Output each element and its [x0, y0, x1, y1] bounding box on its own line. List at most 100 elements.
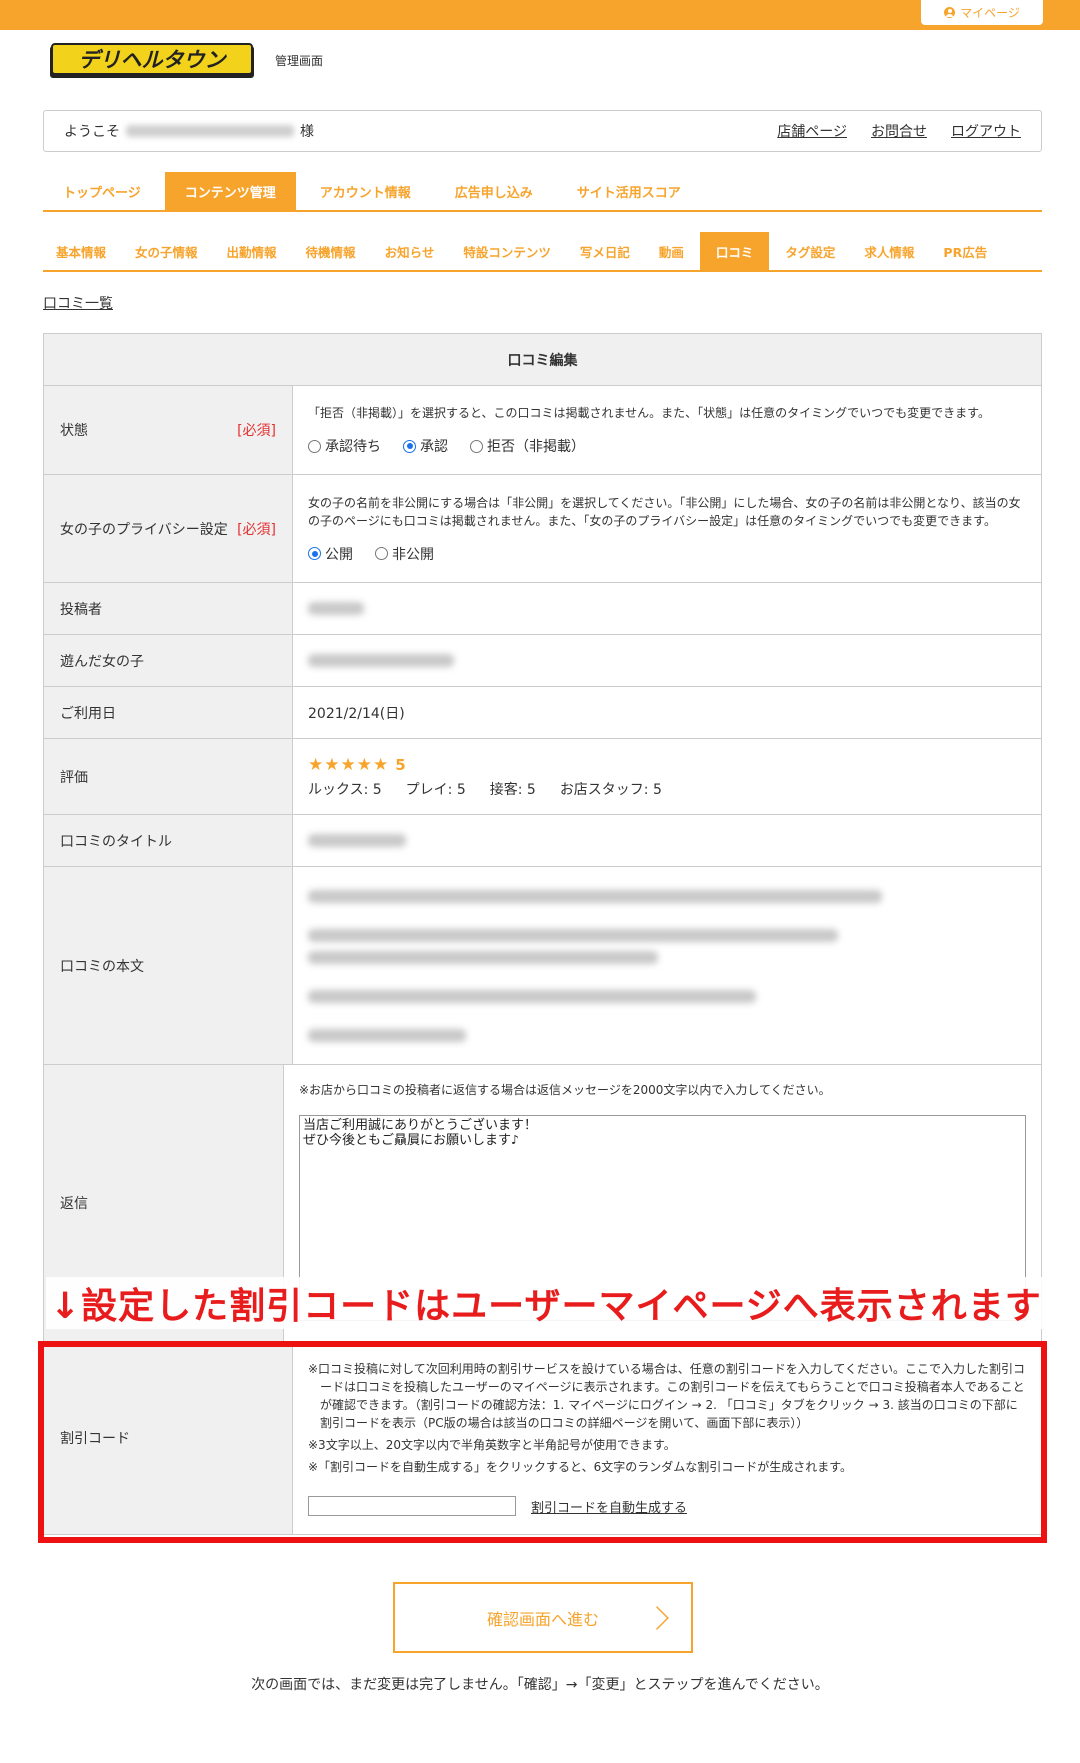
chevron-right-icon — [645, 1606, 669, 1630]
welcome-suffix: 様 — [300, 124, 314, 140]
status-label-text: 状態 — [60, 423, 88, 439]
rating-content: ★★★★★ 5 ルックス: 5 プレイ: 5 接客: 5 お店スタッフ: 5 — [293, 739, 1041, 814]
star-icons: ★★★★★ — [308, 754, 390, 775]
radio-label: 拒否（非掲載） — [487, 439, 585, 455]
subtab-photo-diary[interactable]: 写メ日記 — [567, 232, 643, 270]
reply-note: ※お店から口コミの投稿者に返信する場合は返信メッセージを2000文字以内で入力し… — [299, 1083, 831, 1097]
top-bar: マイページ — [0, 0, 1080, 30]
mypage-button[interactable]: マイページ — [921, 0, 1043, 25]
radio-label: 公開 — [325, 546, 353, 563]
subtab-pr-ads[interactable]: PR広告 — [930, 232, 1000, 270]
annotation-text: ↓設定した割引コードはユーザーマイページへ表示されます — [46, 1277, 1046, 1329]
discount-note-3: ※「割引コードを自動生成する」をクリックすると、6文字のランダムな割引コードが生… — [308, 1460, 853, 1474]
logout-link[interactable]: ログアウト — [951, 121, 1021, 141]
rating-label: 評価 — [44, 739, 293, 814]
generate-code-link[interactable]: 割引コードを自動生成する — [531, 1497, 687, 1516]
subtab-news[interactable]: お知らせ — [372, 232, 448, 270]
review-body-redacted — [308, 950, 658, 964]
radio-label: 非公開 — [392, 546, 434, 563]
review-title-content — [293, 815, 1041, 866]
privacy-note: 女の子の名前を非公開にする場合は「非公開」を選択してください。「非公開」にした場… — [308, 495, 1021, 528]
subtab-recruit[interactable]: 求人情報 — [851, 232, 927, 270]
subtab-basic-info[interactable]: 基本情報 — [43, 232, 119, 270]
status-radio-pending[interactable]: 承認待ち — [308, 436, 381, 456]
radio-circle-checked — [308, 547, 321, 560]
header-links: 店舗ページ お問合せ ログアウト — [777, 121, 1021, 141]
date-content: 2021/2/14(日) — [293, 687, 1041, 738]
subtab-video[interactable]: 動画 — [646, 232, 697, 270]
privacy-content: 女の子の名前を非公開にする場合は「非公開」を選択してください。「非公開」にした場… — [293, 475, 1041, 582]
bottom-note: 次の画面では、まだ変更は完了しません。「確認」→「変更」とステップを進んでくださ… — [251, 1677, 829, 1693]
discount-code-label: 割引コード — [44, 1342, 293, 1534]
discount-code-input[interactable] — [308, 1496, 516, 1516]
rating-service: 接客: 5 — [489, 781, 536, 798]
privacy-radio-private[interactable]: 非公開 — [375, 544, 434, 564]
girl-row: 遊んだ女の子 — [44, 635, 1041, 687]
status-content: 「拒否（非掲載）」を選択すると、この口コミは掲載されません。また、「状態」は任意… — [293, 386, 1041, 474]
review-edit-form: 口コミ編集 状態 [必須] 「拒否（非掲載）」を選択すると、この口コミは掲載され… — [43, 333, 1042, 1535]
user-icon — [944, 7, 956, 18]
discount-note-2: ※3文字以上、20文字以内で半角英数字と半角記号が使用できます。 — [308, 1438, 676, 1452]
date-label: ご利用日 — [44, 687, 293, 738]
welcome-prefix: ようこそ — [64, 124, 120, 140]
radio-circle — [470, 439, 483, 453]
poster-name-redacted — [308, 602, 364, 615]
subtab-attendance[interactable]: 出勤情報 — [214, 232, 290, 270]
welcome-bar: ようこそ 様 店舗ページ お問合せ ログアウト — [43, 110, 1042, 152]
shop-page-link[interactable]: 店舗ページ — [777, 121, 847, 141]
poster-content — [293, 583, 1041, 634]
radio-circle-checked — [403, 439, 416, 453]
privacy-row: 女の子のプライバシー設定 [必須] 女の子の名前を非公開にする場合は「非公開」を… — [44, 475, 1041, 583]
privacy-radio-group: 公開 非公開 — [308, 544, 1026, 564]
poster-row: 投稿者 — [44, 583, 1041, 635]
discount-code-content: ※口コミ投稿に対して次回利用時の割引サービスを設けている場合は、任意の割引コード… — [293, 1342, 1041, 1534]
review-body-redacted — [308, 1028, 466, 1042]
contact-link[interactable]: お問合せ — [871, 121, 927, 141]
rating-looks: ルックス: 5 — [308, 781, 382, 798]
usage-date: 2021/2/14(日) — [308, 705, 405, 722]
review-body-label: 口コミの本文 — [44, 867, 293, 1064]
tab-top-page[interactable]: トップページ — [43, 172, 161, 210]
star-rating: ★★★★★ 5 — [308, 755, 1026, 775]
girl-label: 遊んだ女の子 — [44, 635, 293, 686]
rating-breakdown: ルックス: 5 プレイ: 5 接客: 5 お店スタッフ: 5 — [308, 779, 1026, 799]
subtab-special-content[interactable]: 特設コンテンツ — [450, 232, 564, 270]
subtab-girl-info[interactable]: 女の子情報 — [122, 232, 211, 270]
confirm-button[interactable]: 確認画面へ進む — [393, 1582, 693, 1653]
discount-code-row: 割引コード ※口コミ投稿に対して次回利用時の割引サービスを設けている場合は、任意… — [44, 1342, 1041, 1534]
radio-circle — [375, 547, 388, 560]
tab-content-management[interactable]: コンテンツ管理 — [164, 172, 296, 210]
review-body-redacted — [308, 889, 882, 903]
rating-score: 5 — [395, 755, 407, 774]
mypage-label: マイページ — [960, 6, 1020, 20]
review-list-link[interactable]: 口コミ一覧 — [43, 293, 113, 313]
review-body-redacted — [308, 989, 756, 1003]
privacy-label-text: 女の子のプライバシー設定 — [60, 521, 228, 538]
confirm-button-label: 確認画面へ進む — [486, 1609, 599, 1629]
review-body-redacted — [308, 928, 838, 942]
subtab-reviews[interactable]: 口コミ — [699, 232, 770, 270]
admin-label: 管理画面 — [275, 54, 324, 68]
date-row: ご利用日 2021/2/14(日) — [44, 687, 1041, 739]
status-row: 状態 [必須] 「拒否（非掲載）」を選択すると、この口コミは掲載されません。また… — [44, 386, 1041, 475]
review-body-content — [293, 867, 1041, 1064]
subtab-standby[interactable]: 待機情報 — [293, 232, 369, 270]
main-nav: トップページ コンテンツ管理 アカウント情報 広告申し込み サイト活用スコア — [43, 172, 1042, 212]
tab-site-score[interactable]: サイト活用スコア — [557, 172, 701, 210]
logo[interactable]: デリヘルタウン — [48, 40, 256, 82]
subtab-tag-settings[interactable]: タグ設定 — [772, 232, 848, 270]
logo-text: デリヘルタウン — [79, 48, 228, 72]
privacy-radio-public[interactable]: 公開 — [308, 544, 353, 564]
review-body-row: 口コミの本文 — [44, 867, 1041, 1065]
radio-label: 承認待ち — [325, 439, 381, 455]
tab-ad-application[interactable]: 広告申し込み — [435, 172, 553, 210]
discount-note-1: ※口コミ投稿に対して次回利用時の割引サービスを設けている場合は、任意の割引コード… — [308, 1362, 1025, 1430]
tab-account-info[interactable]: アカウント情報 — [300, 172, 431, 210]
status-radio-rejected[interactable]: 拒否（非掲載） — [470, 436, 585, 456]
review-title-row: 口コミのタイトル — [44, 815, 1041, 867]
review-title-redacted — [308, 834, 406, 847]
status-radio-approved[interactable]: 承認 — [403, 436, 448, 456]
